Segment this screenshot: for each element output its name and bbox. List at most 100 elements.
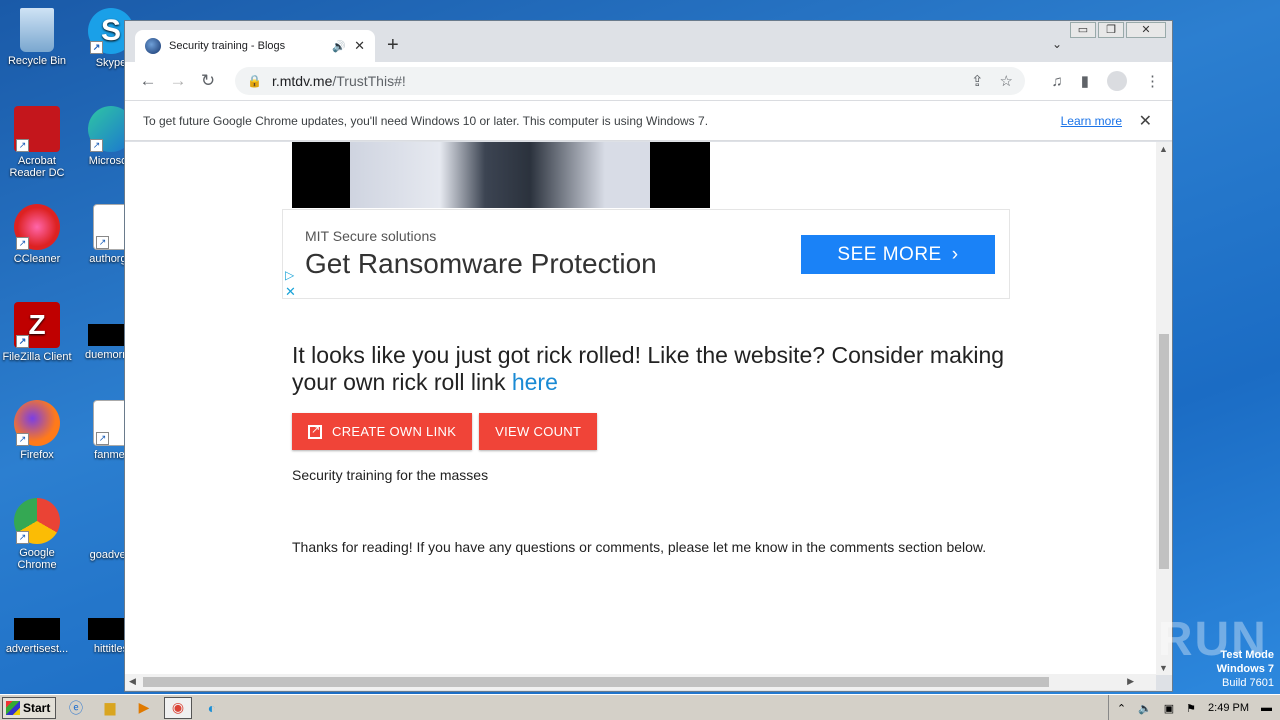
thanks-paragraph: Thanks for reading! If you have any ques… (292, 539, 987, 555)
desktop-icon-label: Firefox (20, 449, 54, 461)
adchoices-icon[interactable]: ▷ (285, 268, 294, 282)
learn-more-link[interactable]: Learn more (1061, 114, 1122, 128)
volume-icon[interactable]: 🔈 (1138, 702, 1152, 715)
test-mode-line: Test Mode (1220, 649, 1274, 661)
side-panel-icon[interactable]: ▮ (1081, 72, 1089, 90)
ad-close-icon[interactable]: ✕ (285, 284, 296, 300)
test-mode-label: Test Mode Windows 7 Build 7601 (1217, 648, 1274, 690)
desktop-icon-acrobat[interactable]: ↗ Acrobat Reader DC (0, 106, 74, 179)
chrome-taskbar-icon[interactable]: ◉ (164, 696, 192, 719)
show-desktop-icon[interactable]: ▬ (1261, 702, 1272, 714)
internet-explorer-icon[interactable]: ⓔ (62, 697, 90, 719)
media-player-icon[interactable]: ▶ (130, 697, 158, 719)
url-text: r.mtdv.me/TrustThis#! (272, 73, 406, 89)
view-count-button[interactable]: VIEW COUNT (479, 413, 598, 450)
desktop-icon-label: Recycle Bin (7, 55, 67, 67)
address-bar[interactable]: 🔒 r.mtdv.me/TrustThis#! ⇪ ☆ (235, 67, 1025, 95)
ad-sponsor: MIT Secure solutions (305, 228, 437, 244)
vertical-scroll-thumb[interactable] (1159, 334, 1169, 569)
new-tab-button[interactable]: + (387, 34, 399, 57)
desktop-icon-ccleaner[interactable]: ↗ CCleaner (0, 204, 74, 265)
vertical-scrollbar[interactable]: ▲ ▼ (1156, 142, 1172, 675)
desktop-icon-advertisest[interactable]: advertisest... (0, 606, 74, 655)
filezilla-icon: Z ↗ (14, 302, 60, 348)
minimize-button[interactable]: ▭ (1070, 22, 1096, 38)
taskbar: Start ⓔ ▆ ▶ ◉ ◐ ⌃ 🔈 ▣ ⚑ 2:49 PM ▬ (0, 694, 1280, 720)
video-player[interactable] (292, 142, 710, 208)
recycle-bin-icon (20, 8, 54, 52)
desktop-icon-label: hittitles (93, 643, 129, 655)
chrome-icon: ↗ (14, 498, 60, 544)
media-control-icon[interactable]: ♫ (1051, 73, 1062, 90)
restore-button[interactable]: ❐ (1098, 22, 1124, 38)
desktop-icon-chrome[interactable]: ↗ Google Chrome (0, 498, 74, 571)
tab-title: Security training - Blogs (169, 40, 286, 52)
action-buttons: CREATE OWN LINK VIEW COUNT (292, 413, 598, 450)
horizontal-scrollbar[interactable]: ◀ ▶ (125, 674, 1156, 690)
desktop-icon-filezilla[interactable]: Z ↗ FileZilla Client (0, 302, 74, 363)
forward-button[interactable]: → (163, 71, 193, 91)
view-count-label: VIEW COUNT (495, 424, 582, 439)
desktop-icon-label: FileZilla Client (2, 351, 72, 363)
scroll-left-icon[interactable]: ◀ (129, 676, 136, 687)
desktop-icon-recycle-bin[interactable]: Recycle Bin (0, 8, 74, 67)
favicon-icon (145, 38, 161, 54)
chrome-window: ▭ ❐ ✕ Security training - Blogs 🔊 ✕ + ⌄ … (124, 20, 1173, 692)
ad-headline: Get Ransomware Protection (305, 248, 657, 279)
ad-see-more-button[interactable]: SEE MORE › (801, 235, 995, 274)
desktop-icon-label: Acrobat Reader DC (9, 155, 65, 179)
rickroll-message: It looks like you just got rick rolled! … (292, 342, 1012, 396)
edge-taskbar-icon[interactable]: ◐ (198, 697, 226, 719)
browser-toolbar: ← → ↻ 🔒 r.mtdv.me/TrustThis#! ⇪ ☆ ♫ ▮ ⋮ (125, 62, 1172, 100)
scroll-up-icon[interactable]: ▲ (1159, 144, 1168, 154)
chevron-right-icon: › (951, 243, 959, 265)
lock-icon[interactable]: 🔒 (247, 74, 262, 88)
reload-button[interactable]: ↻ (193, 71, 223, 91)
desktop-icon-firefox[interactable]: ↗ Firefox (0, 400, 74, 461)
acrobat-icon: ↗ (14, 106, 60, 152)
flag-icon[interactable]: ⚑ (1186, 702, 1196, 715)
file-icon (14, 618, 60, 640)
back-button[interactable]: ← (133, 71, 163, 91)
file-explorer-icon[interactable]: ▆ (96, 697, 124, 719)
create-button-label: CREATE OWN LINK (332, 424, 457, 439)
start-button[interactable]: Start (2, 696, 56, 719)
ad-cta-label: SEE MORE (837, 243, 942, 265)
network-icon[interactable]: ▣ (1164, 702, 1174, 715)
clock[interactable]: 2:49 PM (1208, 702, 1249, 714)
update-infobar: To get future Google Chrome updates, you… (125, 100, 1172, 141)
page-viewport: MIT Secure solutions Get Ransomware Prot… (125, 142, 1156, 675)
video-frame (350, 142, 650, 208)
message-text: It looks like you just got rick rolled! … (292, 342, 1005, 395)
windows-logo-icon (6, 700, 20, 715)
ad-banner[interactable]: MIT Secure solutions Get Ransomware Prot… (282, 209, 1010, 299)
desktop-icon-label: Skype (95, 57, 127, 69)
share-icon[interactable]: ⇪ (971, 72, 984, 90)
tagline: Security training for the masses (292, 467, 489, 483)
window-controls: ▭ ❐ ✕ (1070, 22, 1166, 38)
close-window-button[interactable]: ✕ (1126, 22, 1166, 38)
desktop-icon-label: advertisest... (5, 643, 69, 655)
here-link[interactable]: here (512, 369, 558, 395)
start-label: Start (23, 700, 51, 715)
tab-search-chevron-icon[interactable]: ⌄ (1052, 37, 1062, 51)
horizontal-scroll-thumb[interactable] (143, 677, 1049, 687)
url-host: r.mtdv.me (271, 73, 333, 89)
bookmark-star-icon[interactable]: ☆ (1000, 72, 1013, 90)
build-line: Build 7601 (1222, 677, 1274, 689)
tray-expand-icon[interactable]: ⌃ (1117, 702, 1126, 715)
scroll-right-icon[interactable]: ▶ (1127, 676, 1134, 687)
speaker-icon[interactable]: 🔊 (332, 40, 346, 53)
windows-version-line: Windows 7 (1216, 663, 1274, 675)
tab-active[interactable]: Security training - Blogs 🔊 ✕ (135, 30, 375, 62)
firefox-icon: ↗ (14, 400, 60, 446)
desktop-icon-label: CCleaner (13, 253, 61, 265)
create-own-link-button[interactable]: CREATE OWN LINK (292, 413, 473, 450)
close-infobar-icon[interactable]: ✕ (1139, 111, 1152, 131)
system-tray: ⌃ 🔈 ▣ ⚑ 2:49 PM ▬ (1107, 695, 1280, 720)
profile-avatar[interactable] (1107, 71, 1127, 91)
external-link-icon (308, 423, 322, 439)
menu-kebab-icon[interactable]: ⋮ (1145, 72, 1160, 90)
desktop-icon-label: Google Chrome (17, 547, 57, 571)
close-tab-icon[interactable]: ✕ (354, 38, 365, 54)
